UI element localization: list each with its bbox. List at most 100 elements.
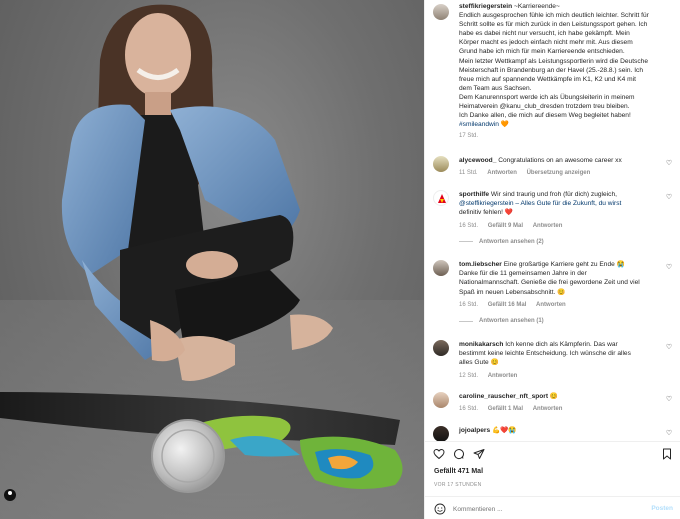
- like-comment-heart-icon[interactable]: ♡: [665, 396, 673, 404]
- comment-input[interactable]: [453, 503, 633, 515]
- caption-line: Grund habe ich mich für mein Karriereend…: [459, 48, 625, 56]
- comment-text-line: Spaß im neuen Lebensabschnitt. 😊: [459, 288, 566, 296]
- comment-username[interactable]: monikakarsch: [459, 341, 503, 348]
- comment-time[interactable]: 16 Std.: [459, 406, 478, 412]
- comment-body: sporthilfe Wir sind traurig und froh (fü…: [459, 190, 669, 231]
- comment-body: monikakarsch Ich kenne dich als Kämpferi…: [459, 340, 669, 381]
- comment-likes[interactable]: Gefällt 16 Mal: [488, 302, 527, 308]
- comment-username[interactable]: jojoalpers: [459, 427, 490, 434]
- comment-likes[interactable]: Gefällt 1 Mal: [488, 406, 523, 412]
- caption-line: Endlich ausgesprochen fühle ich mich deu…: [459, 12, 649, 20]
- reply-button[interactable]: Antworten: [533, 406, 563, 412]
- comment-item: sporthilfe Wir sind traurig und froh (fü…: [433, 190, 677, 245]
- post-caption: steffikriegerstein ~Karriereende~ Endlic…: [433, 2, 677, 141]
- like-comment-heart-icon[interactable]: ♡: [665, 194, 673, 202]
- reply-button[interactable]: Antworten: [536, 302, 566, 308]
- commenter-avatar[interactable]: [433, 190, 449, 206]
- author-avatar[interactable]: [433, 4, 449, 20]
- comment-username[interactable]: sporthilfe: [459, 191, 489, 198]
- comment-text-line: definitiv fehlen! ❤️: [459, 209, 514, 217]
- comment-time[interactable]: 16 Std.: [459, 223, 478, 229]
- post-actions-bar: Gefällt 471 Mal VOR 17 STUNDEN Posten: [425, 441, 680, 519]
- comment-text-line: Nationalmannschaft. Genieße die frei gew…: [459, 279, 640, 287]
- like-heart-icon[interactable]: [433, 448, 445, 460]
- like-comment-heart-icon[interactable]: ♡: [665, 160, 673, 168]
- comment-text: 💪❤️😭: [492, 427, 517, 434]
- post-photo[interactable]: [0, 0, 424, 519]
- comment-meta: 16 Std. Gefällt 16 Mal Antworten: [459, 301, 669, 310]
- comment-likes[interactable]: Gefällt 9 Mal: [488, 223, 523, 229]
- caption-line: Dem Kanurennsport werde ich als Übungsle…: [459, 93, 635, 101]
- comment-text-line: Eine großartige Karriere geht zu Ende 😭: [503, 261, 625, 268]
- comment-time[interactable]: 12 Std.: [459, 373, 478, 379]
- caption-line: freue mich auf spannende Wettkämpfe im K…: [459, 75, 636, 83]
- view-replies-button[interactable]: Antworten ansehen (2): [459, 239, 677, 245]
- caption-line: ~Karriereende~: [513, 3, 560, 10]
- comment-meta: 11 Std. Antworten Übersetzung anzeigen: [459, 169, 669, 178]
- commenter-avatar[interactable]: [433, 260, 449, 276]
- commenter-avatar[interactable]: [433, 156, 449, 172]
- comment-item: tom.liebscher Eine großartige Karriere g…: [433, 260, 677, 324]
- view-replies-button[interactable]: Antworten ansehen (1): [459, 318, 677, 324]
- caption-text: steffikriegerstein ~Karriereende~ Endlic…: [459, 2, 677, 141]
- commenter-avatar[interactable]: [433, 340, 449, 356]
- view-replies-label: Antworten ansehen (2): [479, 238, 544, 245]
- comment-text: Congratulations on an awesome career xx: [498, 157, 622, 164]
- comment-text-line: Ich kenne dich als Kämpferin. Das war: [505, 341, 618, 348]
- commenter-avatar[interactable]: [433, 392, 449, 408]
- comment-username[interactable]: alycewood_: [459, 157, 496, 164]
- replies-divider: [459, 320, 473, 322]
- caption-line: dem Team aus Sachsen.: [459, 84, 532, 92]
- post-comment-button[interactable]: Posten: [651, 505, 673, 512]
- comment-text-line: Danke für die 11 gemeinsamen Jahre in de…: [459, 270, 587, 278]
- view-replies-label: Antworten ansehen (1): [479, 318, 544, 325]
- comments-panel: steffikriegerstein ~Karriereende~ Endlic…: [424, 0, 680, 519]
- emoji-smiley-icon[interactable]: [434, 503, 446, 515]
- bookmark-icon[interactable]: [661, 448, 673, 460]
- comment-time[interactable]: 11 Std.: [459, 170, 478, 176]
- post-date: VOR 17 STUNDEN: [434, 482, 482, 488]
- comment-item: monikakarsch Ich kenne dich als Kämpferi…: [433, 340, 677, 381]
- reply-button[interactable]: Antworten: [487, 170, 517, 176]
- caption-line: Körper macht es jedoch einfach nicht meh…: [459, 39, 633, 47]
- reply-button[interactable]: Antworten: [488, 373, 518, 379]
- translate-button[interactable]: Übersetzung anzeigen: [527, 170, 591, 176]
- commenter-avatar[interactable]: [433, 426, 449, 442]
- comment-body: jojoalpers 💪❤️😭: [459, 426, 669, 435]
- comment-username[interactable]: caroline_rauscher_nft_sport: [459, 393, 548, 400]
- caption-line: Meisterschaft in Brandenburg an der Have…: [459, 66, 643, 74]
- comment-meta: 12 Std. Antworten: [459, 372, 669, 381]
- tagged-user-icon[interactable]: [4, 489, 16, 501]
- comment-time[interactable]: 16 Std.: [459, 302, 478, 308]
- comment-bubble-icon[interactable]: [453, 448, 465, 460]
- like-comment-heart-icon[interactable]: ♡: [665, 264, 673, 272]
- comment-text-line: @steffikriegerstein – Alles Gute für die…: [459, 200, 622, 208]
- action-icons-group: [433, 448, 485, 460]
- comment-body: caroline_rauscher_nft_sport 😊 16 Std. Ge…: [459, 392, 669, 414]
- author-username[interactable]: steffikriegerstein: [459, 3, 512, 10]
- comment-text-line: Wir sind traurig und froh (für dich) zug…: [490, 191, 617, 198]
- likes-count[interactable]: Gefällt 471 Mal: [434, 468, 483, 475]
- orange-heart-emoji: 🧡: [500, 121, 510, 129]
- hashtag-link[interactable]: #smileandwin: [459, 121, 499, 128]
- caption-line: Mein letzter Wettkampf als Leistungsspor…: [459, 57, 648, 65]
- comment-username[interactable]: tom.liebscher: [459, 261, 502, 268]
- sporthilfe-logo-icon: [438, 194, 446, 203]
- post-time[interactable]: 17 Std.: [459, 132, 677, 141]
- athlete-photo-illustration: [0, 4, 424, 519]
- caption-line: Heimatverein @kanu_club_dresden trotzdem…: [459, 103, 630, 111]
- comment-body: alycewood_ Congratulations on an awesome…: [459, 156, 669, 178]
- comment-body: tom.liebscher Eine großartige Karriere g…: [459, 260, 669, 310]
- add-comment-row: Posten: [425, 496, 680, 519]
- comment-text-line: alles Gute 😊: [459, 359, 499, 367]
- comment-text: 😊: [549, 393, 559, 400]
- comment-meta: 16 Std. Gefällt 1 Mal Antworten: [459, 405, 669, 414]
- comment-item: alycewood_ Congratulations on an awesome…: [433, 156, 677, 178]
- share-paper-plane-icon[interactable]: [473, 448, 485, 460]
- caption-line: habe es dabei nicht nur versucht, ich ha…: [459, 30, 630, 38]
- like-comment-heart-icon[interactable]: ♡: [665, 430, 673, 438]
- like-comment-heart-icon[interactable]: ♡: [665, 344, 673, 352]
- reply-button[interactable]: Antworten: [533, 223, 563, 229]
- comment-text-line: bestimmt keine leichte Entscheidung. Ich…: [459, 350, 631, 358]
- replies-divider: [459, 241, 473, 243]
